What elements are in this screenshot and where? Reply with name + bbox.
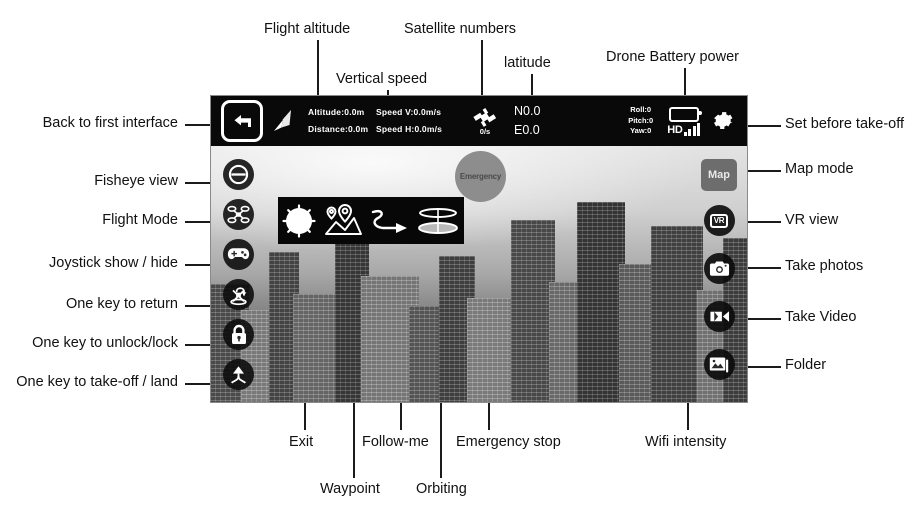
gps-coordinates: N0.0 E0.0 [514,102,540,141]
drone-icon [227,204,250,225]
exit-circle-icon [281,203,317,239]
altitude-value: Altitude:0.0m [308,107,365,118]
navigation-arrow-icon [270,107,296,135]
telemetry-readout: Altitude:0.0m Speed V:0.0m/s Distance:0.… [308,104,458,137]
callout-follow-me: Follow-me [362,434,429,450]
takeoff-land-button[interactable] [223,359,254,390]
leader-flight-altitude [317,40,319,98]
callout-map-mode: Map mode [785,161,854,177]
app-screenshot-panel: Altitude:0.0m Speed V:0.0m/s Distance:0.… [210,95,748,403]
callout-vr-view: VR view [785,212,839,228]
callout-folder: Folder [785,357,827,373]
return-to-home-icon [227,284,250,306]
folder-button[interactable] [703,349,735,380]
fisheye-view-button[interactable] [223,159,254,190]
flight-mode-toolbar [278,197,464,244]
building [651,226,703,402]
return-home-button[interactable] [223,279,254,310]
callout-orbiting: Orbiting [416,481,467,497]
unlock-lock-button[interactable] [223,319,254,350]
callout-back-to-first-interface: Back to first interface [42,115,178,131]
orbiting-button[interactable] [415,204,461,238]
back-arrow-icon [232,113,252,129]
map-mode-button[interactable]: Map [701,159,737,191]
callout-flight-altitude: Flight altitude [264,21,351,37]
emergency-stop-button[interactable]: Emergency [455,151,506,202]
diagram-root: Flight altitude Vertical speed Satellite… [0,0,922,505]
emergency-label: Emergency [459,172,502,181]
satellite-count: 0/s [479,126,491,136]
orbit-rings-icon [415,204,461,238]
map-pins-icon [323,203,363,238]
satellite-status: 0/s [472,107,498,136]
settings-button[interactable] [712,110,735,133]
latitude-value: N0.0 [514,103,541,118]
joystick-toggle-button[interactable] [223,239,254,270]
right-control-column: Map VR [701,159,737,397]
satellite-icon [472,107,498,129]
callout-joystick-show-hide: Joystick show / hide [49,255,178,271]
callout-set-before-takeoff: Set before take-off [785,116,905,132]
distance-value: Distance:0.0m [308,124,369,134]
callout-waypoint: Waypoint [320,481,380,497]
callout-take-video: Take Video [785,309,857,325]
camera-icon [709,260,730,278]
callout-emergency-stop: Emergency stop [456,434,561,450]
callout-one-key-takeoff-land: One key to take-off / land [16,374,178,390]
left-control-column [223,159,254,399]
map-button-label: Map [708,169,730,181]
waypoint-button[interactable] [369,206,409,236]
take-photo-button[interactable] [703,253,735,284]
gamepad-icon [227,246,250,263]
vr-view-button[interactable]: VR [703,205,735,236]
fisheye-icon [228,164,249,185]
callout-flight-mode: Flight Mode [102,212,178,228]
pitch-value: Pitch:0 [628,115,654,125]
battery-icon [668,106,702,122]
vertical-speed-value: Speed V:0.0m/s [376,107,442,118]
callout-fisheye-view: Fisheye view [94,173,178,189]
top-hud-bar: Altitude:0.0m Speed V:0.0m/s Distance:0.… [211,96,747,146]
telemetry-row: Distance:0.0m Speed H:0.0m/s [308,121,458,138]
padlock-icon [230,324,248,346]
video-camera-icon [709,309,730,324]
longitude-value: E0.0 [514,123,540,137]
gyro-data-readout: Roll:0 Pitch:0 Yaw:0 [628,105,653,138]
building [577,202,625,402]
back-to-first-interface-button[interactable] [221,100,263,142]
roll-value: Roll:0 [630,104,652,114]
callout-wifi-intensity: Wifi intensity [645,434,727,450]
flight-mode-button[interactable] [223,199,254,230]
waypoint-path-icon [369,206,409,236]
callout-exit: Exit [289,434,314,450]
telemetry-row: Altitude:0.0m Speed V:0.0m/s [308,104,458,121]
follow-me-button[interactable] [323,203,363,238]
hd-label: HD [667,123,683,136]
battery-and-signal: HD [667,106,702,136]
callout-drone-battery-power: Drone Battery power [606,49,739,65]
yaw-value: Yaw:0 [630,126,652,136]
gear-icon [712,110,735,133]
takeoff-land-icon [227,364,250,386]
signal-bars-icon [683,122,700,136]
callout-take-photos: Take photos [785,258,864,274]
callout-satellite-numbers: Satellite numbers [404,21,517,37]
take-video-button[interactable] [703,301,735,332]
gallery-icon [709,356,729,374]
vr-icon: VR [709,213,729,228]
exit-button[interactable] [281,203,317,239]
callout-vertical-speed: Vertical speed [336,71,428,87]
wifi-signal: HD [667,122,700,136]
callout-one-key-return: One key to return [65,296,178,312]
callout-latitude: latitude [504,55,551,71]
callout-one-key-unlock-lock: One key to unlock/lock [32,335,178,351]
horizontal-speed-value: Speed H:0.0m/s [376,124,443,134]
